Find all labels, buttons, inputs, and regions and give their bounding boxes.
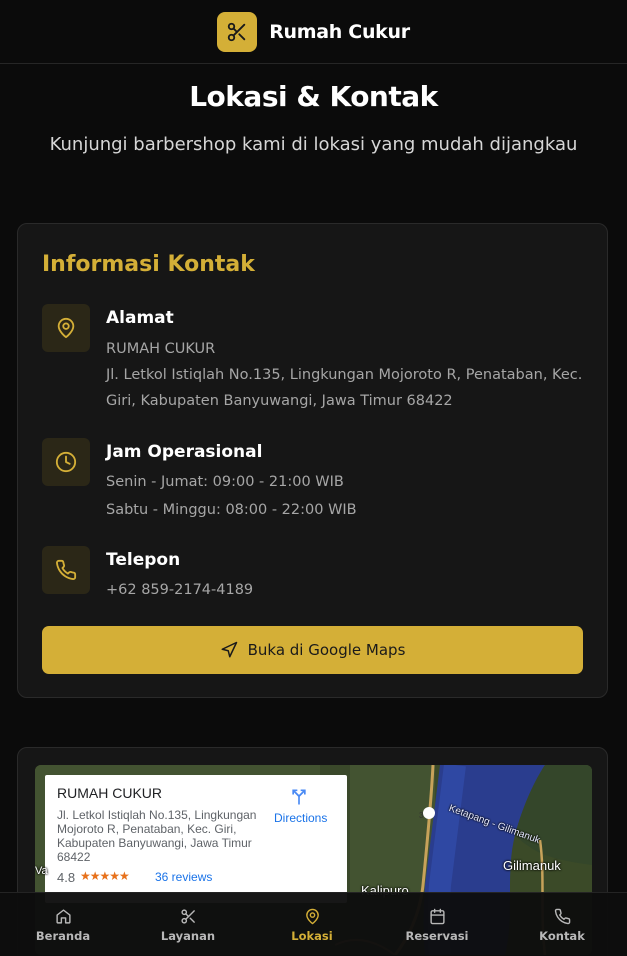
scissors-icon: [180, 908, 195, 924]
open-google-maps-label: Buka di Google Maps: [247, 641, 406, 659]
nav-item-lokasi[interactable]: Lokasi: [257, 893, 367, 956]
scissors-icon: [228, 22, 246, 41]
map-pin-icon: [305, 908, 319, 924]
map-pin-icon: [57, 317, 75, 339]
nav-label-beranda: Beranda: [35, 928, 91, 943]
card-title: Informasi Kontak: [42, 252, 255, 277]
bottom-navigation: Beranda Layanan Lokasi Reservasi Kontak: [0, 892, 627, 956]
route-badge: 3: [419, 811, 424, 820]
place-address: Jl. Letkol Istiqlah No.135, Lingkungan M…: [57, 808, 257, 864]
directions-icon[interactable]: [289, 787, 309, 807]
navigation-icon: [221, 641, 237, 658]
address-label: Alamat: [106, 308, 174, 328]
nav-item-layanan[interactable]: Layanan: [133, 893, 243, 956]
map-label-edge: Va: [35, 865, 48, 877]
address-icon-box: [42, 304, 90, 352]
phone-label: Telepon: [106, 550, 181, 570]
open-google-maps-button[interactable]: Buka di Google Maps: [42, 626, 583, 674]
page-title: Lokasi & Kontak: [189, 80, 438, 113]
phone-number[interactable]: +62 859-2174-4189: [106, 577, 586, 603]
hours-weekday: Senin - Jumat: 09:00 - 21:00 WIB: [106, 474, 344, 490]
nav-item-reservasi[interactable]: Reservasi: [382, 893, 492, 956]
clock-icon: [55, 451, 77, 473]
calendar-icon: [429, 908, 445, 924]
hours-weekend: Sabtu - Minggu: 08:00 - 22:00 WIB: [106, 502, 357, 518]
top-bar: Rumah Cukur: [0, 0, 627, 64]
phone-icon: [56, 559, 77, 581]
brand-name[interactable]: Rumah Cukur: [269, 21, 410, 43]
reviews-link[interactable]: 36 reviews: [155, 870, 212, 884]
hours-label: Jam Operasional: [106, 442, 263, 462]
nav-label-layanan: Layanan: [160, 928, 216, 943]
address-street: Jl. Letkol Istiqlah No.135, Lingkungan M…: [106, 367, 583, 383]
contact-info-card: Informasi Kontak Alamat RUMAH CUKUR Jl. …: [17, 223, 608, 698]
nav-item-beranda[interactable]: Beranda: [8, 893, 118, 956]
nav-item-kontak[interactable]: Kontak: [507, 893, 617, 956]
address-city: Giri, Kabupaten Banyuwangi, Jawa Timur 6…: [106, 393, 453, 409]
home-icon: [55, 908, 71, 924]
map-place-card: RUMAH CUKUR Jl. Letkol Istiqlah No.135, …: [45, 775, 347, 903]
phone-icon: [554, 908, 570, 924]
page-subtitle: Kunjungi barbershop kami di lokasi yang …: [49, 134, 578, 155]
hours-icon-box: [42, 438, 90, 486]
map-label-gilimanuk: Gilimanuk: [503, 858, 561, 873]
phone-icon-box: [42, 546, 90, 594]
place-rating: 4.8: [57, 870, 76, 885]
nav-label-kontak: Kontak: [539, 928, 585, 943]
directions-link[interactable]: Directions: [274, 811, 327, 825]
rating-stars: ★★★★★: [80, 869, 130, 883]
nav-label-lokasi: Lokasi: [291, 928, 333, 943]
place-name: RUMAH CUKUR: [57, 785, 162, 801]
address-name: RUMAH CUKUR: [106, 341, 216, 357]
logo[interactable]: [217, 11, 258, 52]
nav-label-reservasi: Reservasi: [405, 928, 469, 943]
